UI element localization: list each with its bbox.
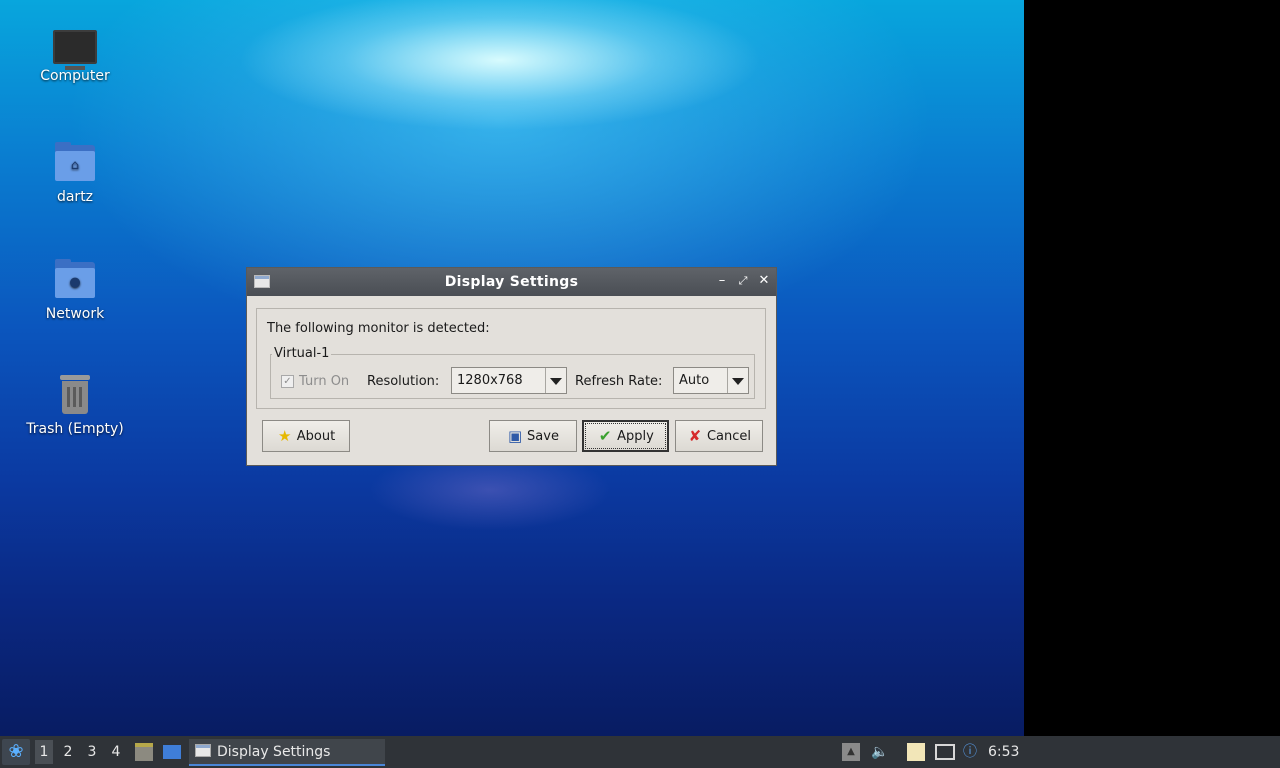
taskbar-item-label: Display Settings (217, 744, 331, 760)
window-icon (195, 744, 211, 757)
save-button[interactable]: ▣ Save (489, 420, 577, 452)
detected-monitor-text: The following monitor is detected: (267, 321, 490, 336)
workspace-3[interactable]: 3 (83, 744, 101, 760)
volume-icon[interactable]: 🔈 (871, 743, 889, 761)
chevron-down-icon[interactable] (727, 368, 748, 393)
desktop-icon-network[interactable]: ● Network (20, 258, 130, 322)
apply-button[interactable]: ✔ Apply (582, 420, 669, 452)
monitor-name: Virtual-1 (272, 346, 332, 361)
lxqt-logo-icon: ❀ (8, 741, 24, 762)
update-notifier-icon[interactable]: ⓘ (961, 743, 979, 761)
apply-button-label: Apply (617, 428, 654, 444)
about-button[interactable]: ★ About (262, 420, 350, 452)
red-x-icon: ✘ (688, 427, 702, 445)
desktop-icon-label: dartz (56, 189, 94, 205)
desktop-icon-dartz[interactable]: ⌂ dartz (20, 141, 130, 205)
maximize-icon[interactable]: ⤢ (735, 273, 751, 289)
resolution-label: Resolution: (367, 374, 440, 389)
start-menu-button[interactable]: ❀ (2, 739, 30, 765)
checkmark-icon: ✔ (598, 427, 612, 445)
eject-icon[interactable]: ▲ (842, 743, 860, 761)
workspace-1[interactable]: 1 (35, 740, 53, 764)
desktop-icon-computer[interactable]: Computer (20, 20, 130, 84)
turn-on-checkbox[interactable]: ✓ Turn On (281, 374, 349, 389)
resolution-value: 1280x768 (457, 373, 523, 388)
dialog-title: Display Settings (444, 274, 579, 290)
show-desktop-icon[interactable] (163, 745, 181, 759)
chevron-down-icon[interactable] (545, 368, 566, 393)
checkbox-checked-icon: ✓ (281, 375, 294, 388)
trash-icon (53, 373, 97, 417)
desktop-icon-label: Trash (Empty) (26, 421, 124, 437)
file-manager-icon[interactable] (135, 743, 153, 761)
cancel-button-label: Cancel (706, 428, 752, 444)
refresh-rate-label: Refresh Rate: (575, 374, 663, 389)
clipboard-icon[interactable] (907, 743, 925, 761)
resolution-combo[interactable]: 1280x768 (451, 367, 567, 394)
close-icon[interactable]: ✕ (756, 273, 772, 289)
desktop-icon-trash[interactable]: Trash (Empty) (20, 373, 130, 437)
taskbar: ❀ 1 2 3 4 Display Settings ▲ 🔈 ⓘ 6:53 (0, 736, 1280, 768)
display-settings-dialog: Display Settings – ⤢ ✕ The following mon… (246, 267, 777, 466)
network-folder-icon: ● (53, 258, 97, 302)
dialog-titlebar[interactable]: Display Settings – ⤢ ✕ (247, 268, 776, 296)
turn-on-label: Turn On (299, 374, 350, 389)
home-folder-icon: ⌂ (53, 141, 97, 185)
cancel-button[interactable]: ✘ Cancel (675, 420, 763, 452)
desktop-icon-label: Network (45, 306, 105, 322)
desktop-icon-label: Computer (40, 68, 110, 84)
floppy-disk-icon: ▣ (507, 427, 523, 445)
refresh-rate-combo[interactable]: Auto (673, 367, 749, 394)
minimize-icon[interactable]: – (714, 273, 730, 289)
save-button-label: Save (527, 428, 559, 444)
workspace-2[interactable]: 2 (59, 744, 77, 760)
refresh-rate-value: Auto (679, 373, 710, 388)
network-wired-icon[interactable] (935, 744, 955, 760)
taskbar-item-display-settings[interactable]: Display Settings (189, 739, 385, 766)
clock[interactable]: 6:53 (988, 744, 1019, 760)
workspace-4[interactable]: 4 (107, 744, 125, 760)
star-icon: ★ (278, 427, 292, 445)
about-button-label: About (296, 428, 336, 444)
computer-icon (53, 30, 97, 70)
